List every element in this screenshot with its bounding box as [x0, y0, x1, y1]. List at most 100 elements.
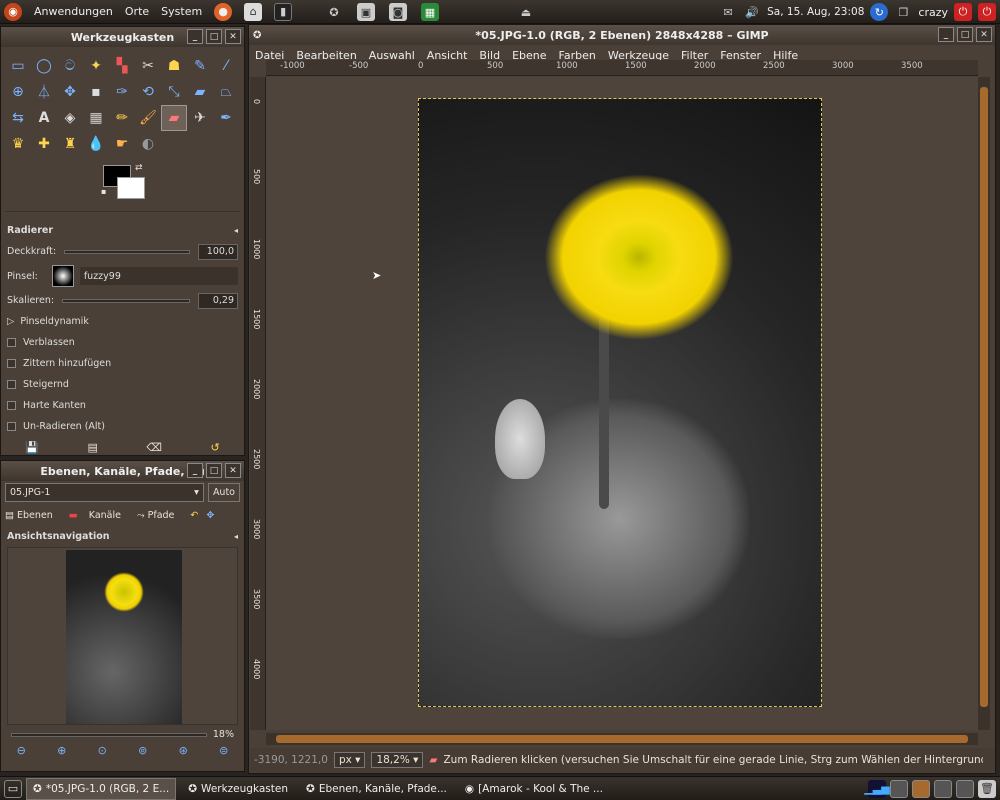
- toolbox-titlebar[interactable]: Werkzeugkasten _ □ ✕: [1, 27, 244, 47]
- maximize-button[interactable]: □: [957, 27, 973, 42]
- color-swatches[interactable]: ⇄ ▪: [101, 163, 151, 203]
- perspective-icon[interactable]: ⏢: [213, 79, 239, 105]
- mail-icon[interactable]: ✉: [719, 3, 737, 21]
- lasso-icon[interactable]: ට: [57, 53, 83, 79]
- reset-colors-icon[interactable]: ▪: [101, 187, 106, 196]
- tab-navigation-icon[interactable]: ✥: [206, 510, 214, 521]
- align-icon[interactable]: ▪: [83, 79, 109, 105]
- workspace-2[interactable]: [912, 779, 930, 798]
- system-monitor-icon[interactable]: ▁▃▅: [864, 779, 890, 798]
- image-selector[interactable]: 05.JPG-1 ▾: [5, 483, 204, 502]
- restore-options-icon[interactable]: ▤: [87, 441, 97, 454]
- zoom-100-icon[interactable]: ⊙: [98, 744, 107, 757]
- rotate-icon[interactable]: ⟲: [135, 79, 161, 105]
- anti-erase-checkbox[interactable]: [7, 422, 16, 431]
- username[interactable]: crazy: [918, 6, 948, 19]
- horizontal-ruler[interactable]: -1000 -500 0 500 1000 1500 2000 2500 300…: [266, 60, 978, 76]
- clone-icon[interactable]: ♛: [5, 131, 31, 157]
- close-button[interactable]: ✕: [225, 29, 241, 44]
- tab-undo-icon[interactable]: ↶: [190, 510, 198, 521]
- firefox-icon[interactable]: ●: [214, 2, 233, 21]
- tab-channels[interactable]: ▬ Kanäle: [69, 510, 129, 521]
- scale-spin[interactable]: 0,29: [198, 292, 238, 309]
- incremental-checkbox[interactable]: [7, 380, 16, 389]
- vertical-ruler[interactable]: 0 500 1000 1500 2000 2500 3000 3500 4000: [250, 77, 266, 730]
- scale-icon[interactable]: ⤡: [161, 79, 187, 105]
- expander-icon[interactable]: ▷: [7, 316, 14, 327]
- perspective-clone-icon[interactable]: ♜: [57, 131, 83, 157]
- workspace-4[interactable]: [956, 779, 974, 798]
- shrink-wrap-icon[interactable]: ⊜: [219, 744, 228, 757]
- jitter-checkbox[interactable]: [7, 359, 16, 368]
- airbrush-icon[interactable]: ✈: [187, 105, 213, 131]
- camera-icon[interactable]: ◙: [389, 3, 407, 21]
- task-amarok[interactable]: ◉ [Amarok - Kool & The ...: [459, 778, 609, 800]
- rect-select-icon[interactable]: ▭: [5, 53, 31, 79]
- maximize-button[interactable]: □: [206, 463, 222, 478]
- task-image[interactable]: ✪ *05.JPG-1.0 (RGB, 2 E...: [26, 777, 177, 800]
- task-toolbox[interactable]: ✪ Werkzeugkasten: [182, 778, 294, 800]
- task-layers[interactable]: ✪ Ebenen, Kanäle, Pfade...: [300, 778, 453, 800]
- vertical-scrollbar[interactable]: [978, 77, 990, 730]
- zoom-fit-icon[interactable]: ⊚: [138, 744, 147, 757]
- update-icon[interactable]: ↻: [870, 3, 889, 21]
- incremental-row[interactable]: Steigernd: [1, 374, 244, 395]
- foreground-select-icon[interactable]: ☗: [161, 53, 187, 79]
- ubuntu-logo-icon[interactable]: ◉: [4, 2, 22, 21]
- anti-erase-row[interactable]: Un-Radieren (Alt): [1, 416, 244, 437]
- blend-icon[interactable]: ▦: [83, 105, 109, 131]
- crop-icon[interactable]: ✑: [109, 79, 135, 105]
- menu-system[interactable]: System: [161, 5, 202, 18]
- jitter-row[interactable]: Zittern hinzufügen: [1, 353, 244, 374]
- workspace-3[interactable]: [934, 779, 952, 798]
- navigation-preview[interactable]: [7, 547, 238, 725]
- tab-layers[interactable]: ▤ Ebenen: [5, 510, 61, 521]
- maximize-button[interactable]: □: [206, 29, 222, 44]
- minimize-button[interactable]: _: [187, 29, 203, 44]
- minimize-button[interactable]: _: [187, 463, 203, 478]
- fade-row[interactable]: Verblassen: [1, 332, 244, 353]
- brush-preview[interactable]: [51, 265, 74, 287]
- dynamics-row[interactable]: ▷ Pinseldynamik: [1, 311, 244, 332]
- paintbrush-icon[interactable]: 🖌: [135, 105, 161, 131]
- smudge-icon[interactable]: ☛: [109, 131, 135, 157]
- hard-edge-checkbox[interactable]: [7, 401, 16, 410]
- zoom-fill-icon[interactable]: ⊛: [179, 744, 188, 757]
- layers-dock-titlebar[interactable]: Ebenen, Kanäle, Pfade, Rü _ □ ✕: [1, 461, 244, 481]
- swap-colors-icon[interactable]: ⇄: [135, 163, 143, 173]
- close-button[interactable]: ✕: [976, 27, 992, 42]
- eraser-icon[interactable]: ▰: [161, 105, 187, 131]
- eject-icon[interactable]: ⏏: [517, 3, 535, 21]
- scale-slider[interactable]: [62, 298, 190, 303]
- apps-icon[interactable]: ▦: [421, 3, 439, 21]
- photo-image[interactable]: [418, 98, 822, 707]
- image-titlebar[interactable]: ✪ *05.JPG-1.0 (RGB, 2 Ebenen) 2848x4288 …: [249, 25, 995, 45]
- dock-menu-icon[interactable]: ◂: [234, 226, 238, 235]
- screenshot-icon[interactable]: ▣: [357, 3, 375, 21]
- ellipse-select-icon[interactable]: ◯: [31, 53, 57, 79]
- menu-orte[interactable]: Orte: [125, 5, 149, 18]
- power-icon[interactable]: ⏻: [954, 3, 972, 21]
- hard-edge-row[interactable]: Harte Kanten: [1, 395, 244, 416]
- window-icon[interactable]: ❐: [894, 3, 912, 21]
- background-color[interactable]: [117, 177, 145, 199]
- fuzzy-select-icon[interactable]: ✦: [83, 53, 109, 79]
- move-icon[interactable]: ✥: [57, 79, 83, 105]
- brush-name[interactable]: fuzzy99: [79, 267, 238, 285]
- zoom-out-icon[interactable]: ⊖: [17, 744, 26, 757]
- nav-zoom-slider[interactable]: [11, 732, 207, 737]
- clock[interactable]: Sa, 15. Aug, 23:08: [767, 6, 864, 18]
- scissors-icon[interactable]: ✂: [135, 53, 161, 79]
- opacity-spin[interactable]: 100,0: [198, 243, 238, 260]
- dock-menu-icon[interactable]: ◂: [234, 532, 238, 541]
- terminal-icon[interactable]: ▮: [274, 2, 293, 21]
- color-select-icon[interactable]: ▚: [109, 53, 135, 79]
- horizontal-scrollbar[interactable]: [266, 733, 978, 745]
- zoom-selector[interactable]: 18,2% ▾: [371, 752, 424, 768]
- ink-icon[interactable]: ✒: [213, 105, 239, 131]
- zoom-icon[interactable]: ⊕: [5, 79, 31, 105]
- show-desktop-icon[interactable]: ▭: [4, 779, 22, 798]
- workspace-1[interactable]: [890, 779, 908, 798]
- blur-icon[interactable]: 💧: [83, 131, 109, 157]
- gimp-icon[interactable]: ✪: [325, 3, 343, 21]
